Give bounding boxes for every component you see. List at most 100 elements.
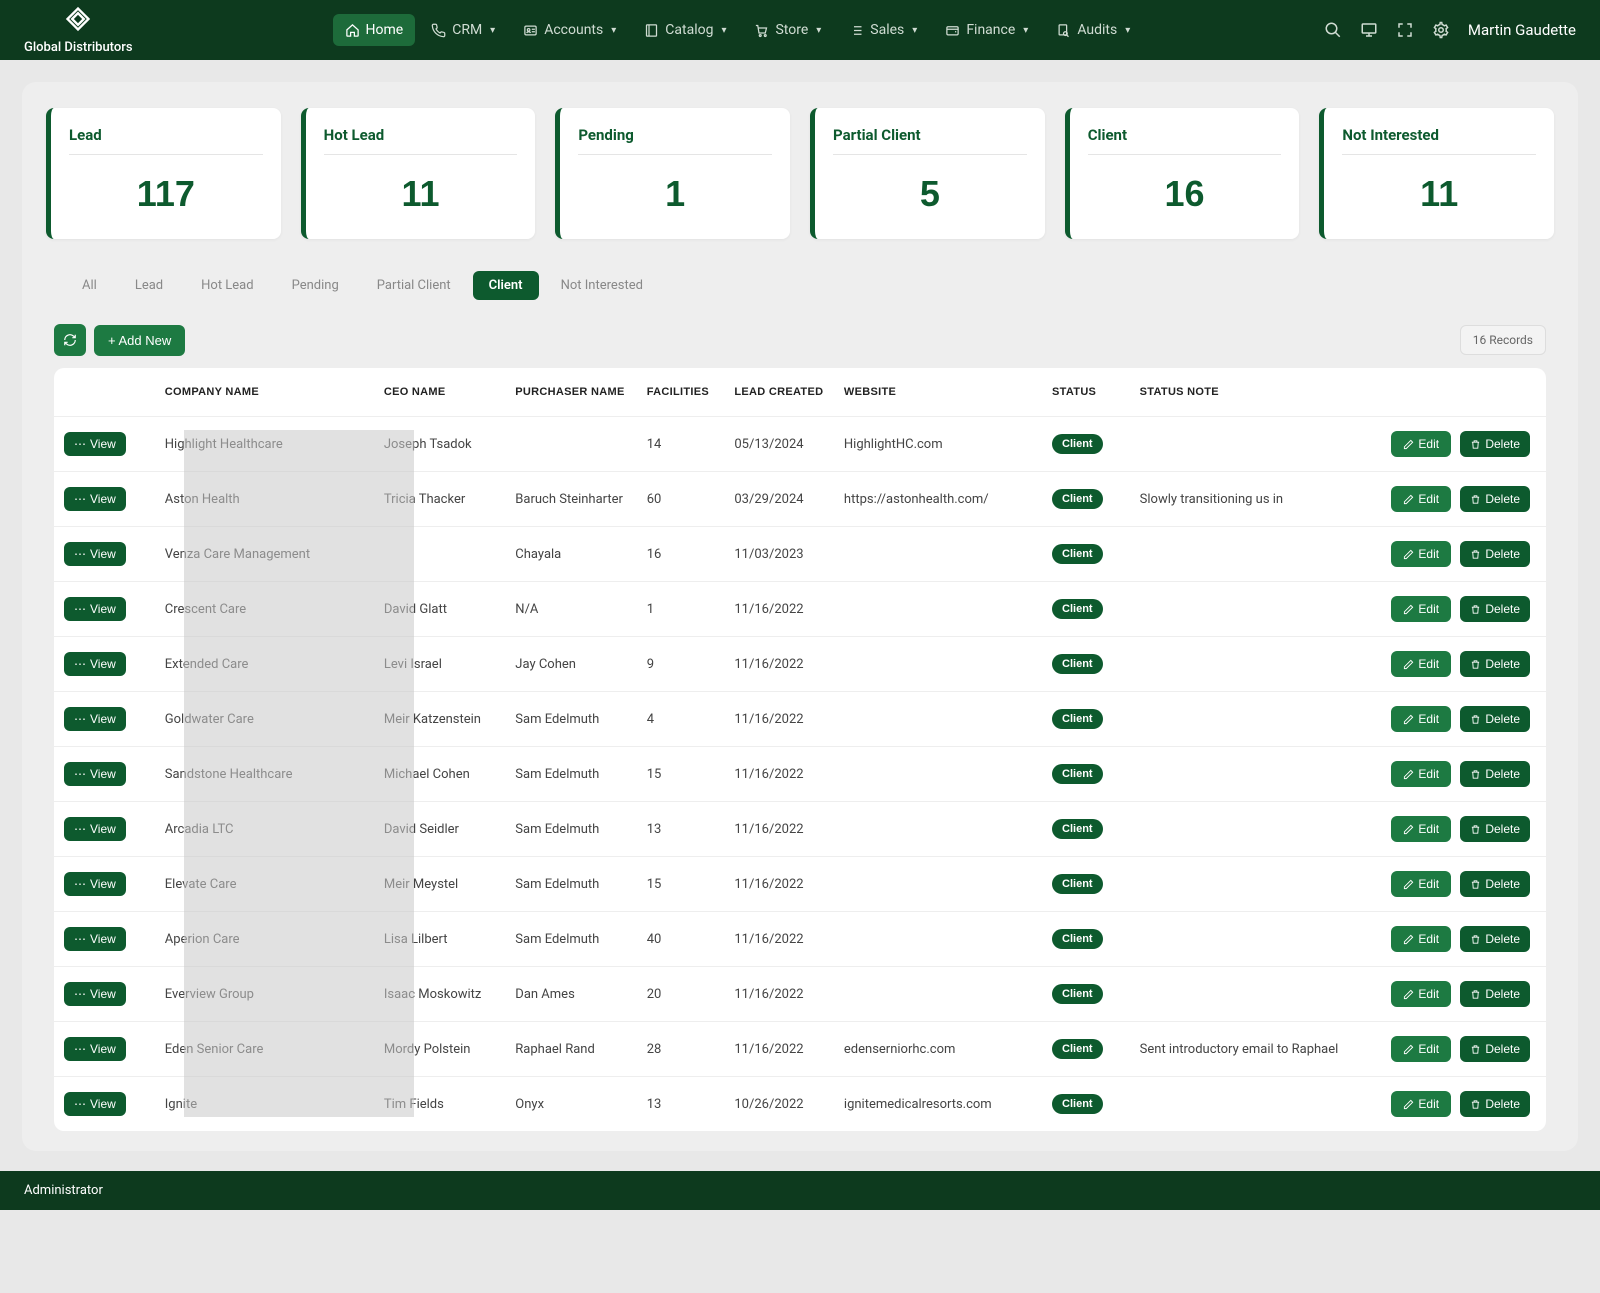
nav-item-finance[interactable]: Finance▾ (933, 14, 1040, 46)
status-card-pending[interactable]: Pending1 (555, 108, 790, 239)
nav-item-catalog[interactable]: Catalog▾ (632, 14, 738, 46)
delete-button[interactable]: Delete (1460, 651, 1530, 677)
refresh-button[interactable] (54, 324, 86, 356)
cell-status-note (1130, 527, 1349, 582)
delete-button[interactable]: Delete (1460, 541, 1530, 567)
fullscreen-icon[interactable] (1396, 21, 1414, 39)
pencil-icon (1403, 1099, 1414, 1110)
add-new-button[interactable]: + Add New (94, 325, 185, 356)
edit-button[interactable]: Edit (1391, 981, 1451, 1007)
status-badge: Client (1052, 434, 1103, 454)
view-button[interactable]: ⋯ View (64, 817, 126, 841)
cell-ceo: Meir Meystel (374, 857, 505, 912)
view-button[interactable]: ⋯ View (64, 487, 126, 511)
cell-company: Extended Care (155, 637, 374, 692)
cell-facilities: 15 (637, 857, 725, 912)
column-header: STATUS (1042, 368, 1130, 417)
status-card-client[interactable]: Client16 (1065, 108, 1300, 239)
search-icon[interactable] (1324, 21, 1342, 39)
tab-client[interactable]: Client (473, 271, 539, 300)
nav-item-label: Finance (966, 22, 1015, 38)
tab-partial-client[interactable]: Partial Client (361, 271, 467, 300)
nav-item-accounts[interactable]: Accounts▾ (511, 14, 628, 46)
edit-button[interactable]: Edit (1391, 651, 1451, 677)
status-card-lead[interactable]: Lead117 (46, 108, 281, 239)
delete-button[interactable]: Delete (1460, 816, 1530, 842)
cell-company: Goldwater Care (155, 692, 374, 747)
navbar: Global Distributors HomeCRM▾Accounts▾Cat… (0, 0, 1600, 60)
cell-lead-created: 11/16/2022 (724, 582, 834, 637)
cell-website: edenserniorhc.com (834, 1022, 1042, 1077)
view-button[interactable]: ⋯ View (64, 1092, 126, 1116)
cell-website (834, 747, 1042, 802)
trash-icon (1470, 824, 1481, 835)
edit-button[interactable]: Edit (1391, 816, 1451, 842)
delete-button[interactable]: Delete (1460, 596, 1530, 622)
column-header: LEAD CREATED (724, 368, 834, 417)
tab-pending[interactable]: Pending (276, 271, 355, 300)
nav-item-home[interactable]: Home (333, 14, 416, 46)
pencil-icon (1403, 714, 1414, 725)
status-badge: Client (1052, 599, 1103, 619)
nav-item-label: Accounts (544, 22, 603, 38)
edit-button[interactable]: Edit (1391, 596, 1451, 622)
delete-button[interactable]: Delete (1460, 981, 1530, 1007)
nav-item-audits[interactable]: Audits▾ (1044, 14, 1142, 46)
cell-lead-created: 11/03/2023 (724, 527, 834, 582)
nav-item-sales[interactable]: Sales▾ (837, 14, 929, 46)
edit-button[interactable]: Edit (1391, 1036, 1451, 1062)
status-card-not-interested[interactable]: Not Interested11 (1319, 108, 1554, 239)
edit-button[interactable]: Edit (1391, 1091, 1451, 1117)
view-button[interactable]: ⋯ View (64, 652, 126, 676)
nav-item-crm[interactable]: CRM▾ (419, 14, 507, 46)
book-icon (644, 23, 659, 38)
edit-button[interactable]: Edit (1391, 871, 1451, 897)
user-name[interactable]: Martin Gaudette (1468, 21, 1576, 39)
status-card-label: Hot Lead (324, 126, 518, 144)
edit-button[interactable]: Edit (1391, 541, 1451, 567)
view-button[interactable]: ⋯ View (64, 432, 126, 456)
view-button[interactable]: ⋯ View (64, 597, 126, 621)
delete-button[interactable]: Delete (1460, 431, 1530, 457)
nav-item-store[interactable]: Store▾ (742, 14, 833, 46)
status-card-hot-lead[interactable]: Hot Lead11 (301, 108, 536, 239)
view-button[interactable]: ⋯ View (64, 707, 126, 731)
delete-button[interactable]: Delete (1460, 761, 1530, 787)
view-button[interactable]: ⋯ View (64, 927, 126, 951)
settings-icon[interactable] (1432, 21, 1450, 39)
delete-button[interactable]: Delete (1460, 1091, 1530, 1117)
tab-lead[interactable]: Lead (119, 271, 179, 300)
view-button[interactable]: ⋯ View (64, 872, 126, 896)
cell-facilities: 4 (637, 692, 725, 747)
delete-button[interactable]: Delete (1460, 926, 1530, 952)
view-button[interactable]: ⋯ View (64, 762, 126, 786)
pencil-icon (1403, 989, 1414, 1000)
nav-item-label: CRM (452, 22, 482, 38)
cell-purchaser: Sam Edelmuth (505, 802, 636, 857)
ellipsis-icon: ⋯ (74, 987, 86, 1001)
view-button[interactable]: ⋯ View (64, 1037, 126, 1061)
edit-button[interactable]: Edit (1391, 926, 1451, 952)
page-container: Lead117Hot Lead11Pending1Partial Client5… (22, 82, 1578, 1151)
tab-all[interactable]: All (66, 271, 113, 300)
edit-button[interactable]: Edit (1391, 431, 1451, 457)
delete-button[interactable]: Delete (1460, 1036, 1530, 1062)
table-header-row: COMPANY NAMECEO NAMEPURCHASER NAMEFACILI… (54, 368, 1546, 417)
monitor-icon[interactable] (1360, 21, 1378, 39)
tab-not-interested[interactable]: Not Interested (545, 271, 659, 300)
view-button[interactable]: ⋯ View (64, 542, 126, 566)
tab-hot-lead[interactable]: Hot Lead (185, 271, 269, 300)
edit-button[interactable]: Edit (1391, 486, 1451, 512)
delete-button[interactable]: Delete (1460, 871, 1530, 897)
table-row: ⋯ View Venza Care Management Chayala 16 … (54, 527, 1546, 582)
delete-button[interactable]: Delete (1460, 486, 1530, 512)
delete-button[interactable]: Delete (1460, 706, 1530, 732)
status-badge: Client (1052, 929, 1103, 949)
cell-lead-created: 11/16/2022 (724, 967, 834, 1022)
trash-icon (1470, 769, 1481, 780)
edit-button[interactable]: Edit (1391, 761, 1451, 787)
view-button[interactable]: ⋯ View (64, 982, 126, 1006)
status-card-partial-client[interactable]: Partial Client5 (810, 108, 1045, 239)
edit-button[interactable]: Edit (1391, 706, 1451, 732)
role-label: Administrator (24, 1183, 103, 1198)
